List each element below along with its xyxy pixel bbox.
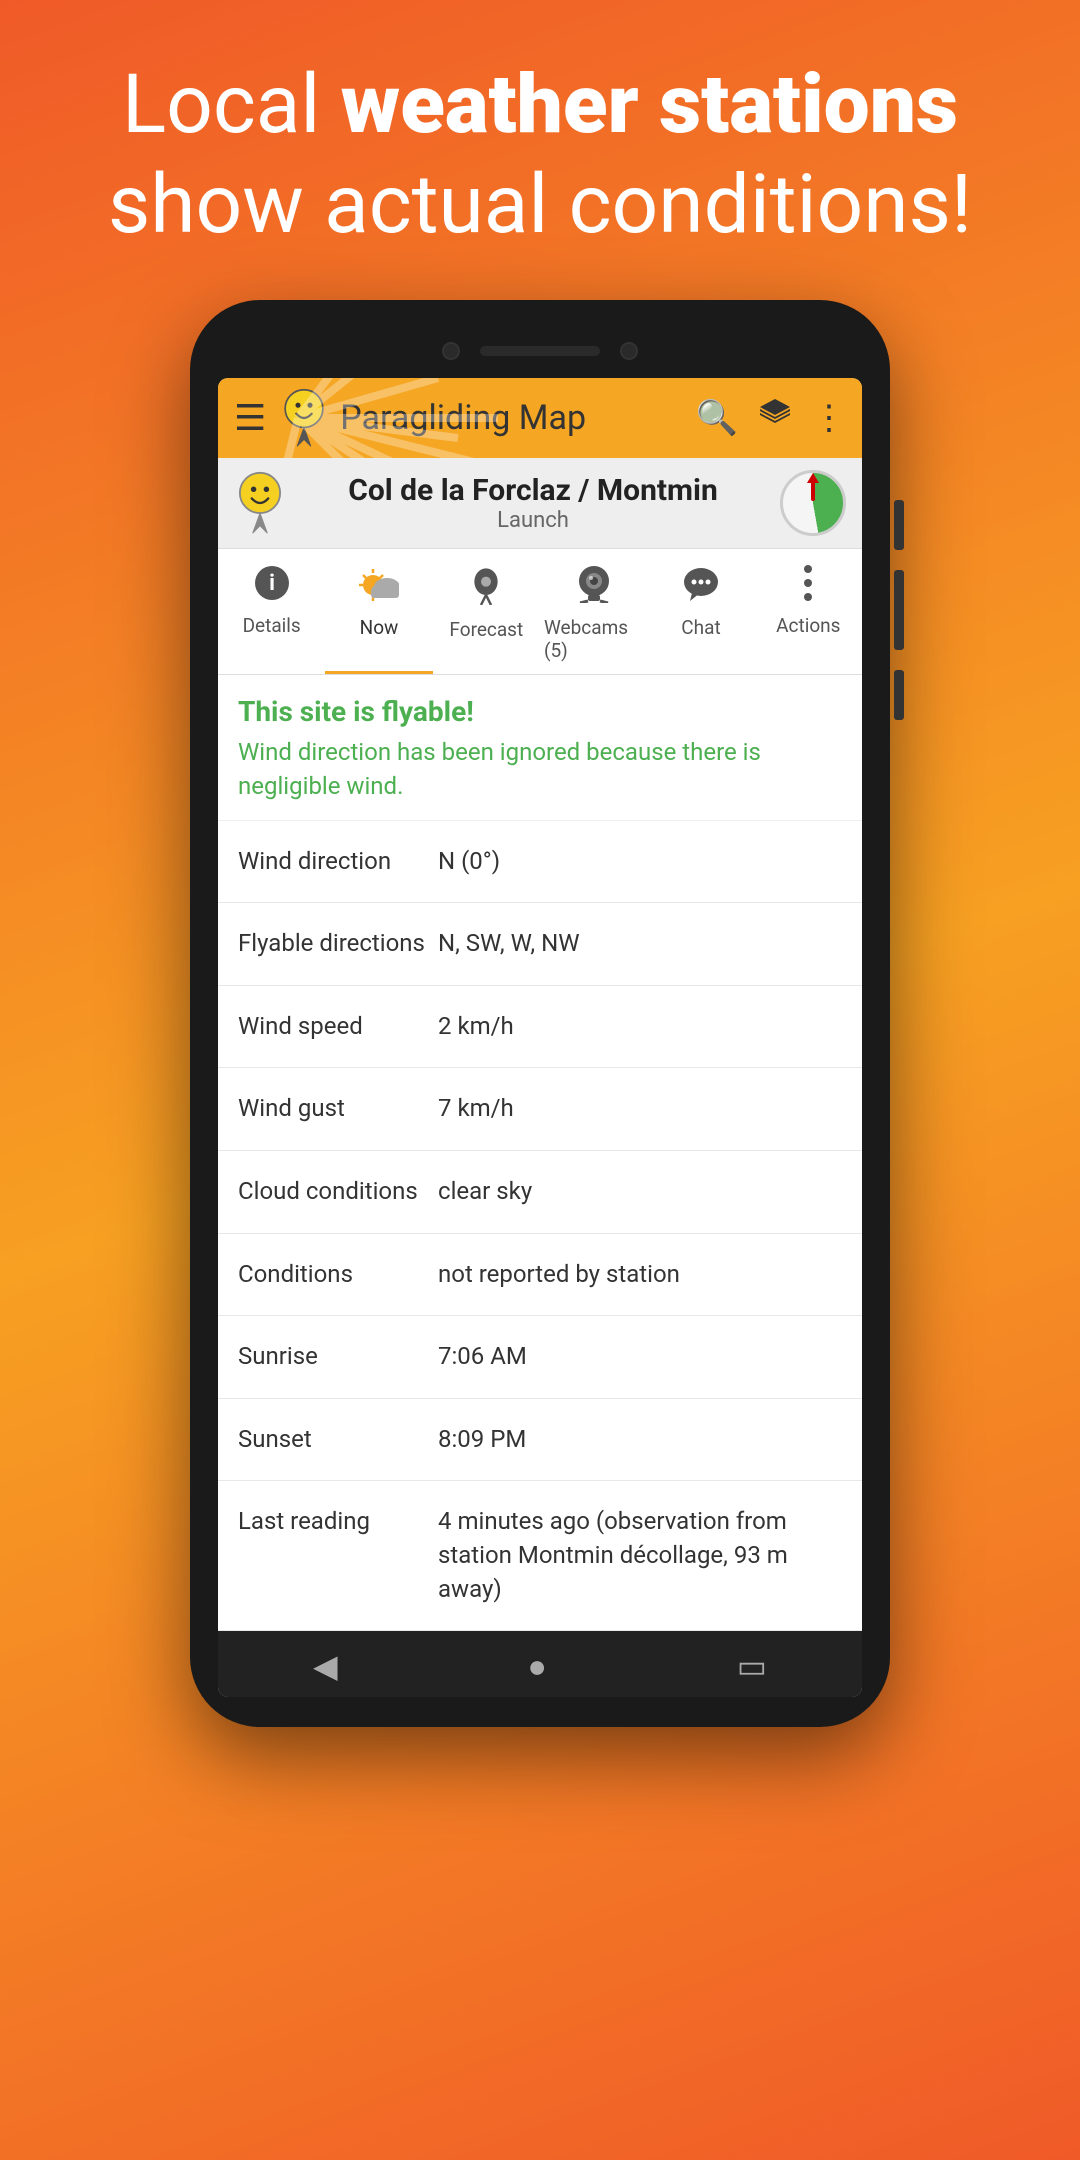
- forecast-icon: [468, 565, 504, 612]
- tab-forecast-label: Forecast: [449, 618, 523, 641]
- chat-icon: [682, 565, 720, 610]
- now-icon: [359, 565, 399, 610]
- phone-mockup: ☰ Paragliding Map 🔍 ⋮: [190, 300, 890, 1727]
- promo-header: Local weather stations show actual condi…: [0, 0, 1080, 300]
- svg-text:i: i: [269, 571, 275, 596]
- table-row: Wind speed 2 km/h: [218, 986, 862, 1069]
- sensor: [620, 342, 638, 360]
- row-value-5: not reported by station: [438, 1258, 842, 1292]
- tab-now[interactable]: Now: [325, 549, 432, 674]
- content-area: This site is flyable! Wind direction has…: [218, 675, 862, 1631]
- location-logo: [234, 471, 286, 535]
- promo-text-normal: Local: [122, 57, 341, 153]
- recents-button[interactable]: ▭: [737, 1647, 767, 1685]
- tab-actions[interactable]: Actions: [755, 549, 862, 674]
- row-value-8: 4 minutes ago (observation from station …: [438, 1505, 842, 1606]
- row-label-4: Cloud conditions: [238, 1175, 438, 1209]
- tab-forecast[interactable]: Forecast: [433, 549, 540, 674]
- side-buttons: [894, 500, 904, 720]
- row-value-1: N, SW, W, NW: [438, 927, 842, 961]
- row-label-0: Wind direction: [238, 845, 438, 879]
- tab-details-label: Details: [243, 614, 301, 637]
- row-value-2: 2 km/h: [438, 1010, 842, 1044]
- tab-webcams-label: Webcams (5): [544, 616, 643, 662]
- home-button[interactable]: ●: [528, 1647, 547, 1685]
- tab-bar: i Details: [218, 549, 862, 675]
- row-label-2: Wind speed: [238, 1010, 438, 1044]
- tab-chat[interactable]: Chat: [647, 549, 754, 674]
- row-value-7: 8:09 PM: [438, 1423, 842, 1457]
- app-toolbar: ☰ Paragliding Map 🔍 ⋮: [218, 378, 862, 458]
- table-row: Last reading 4 minutes ago (observation …: [218, 1481, 862, 1631]
- details-icon: i: [254, 565, 290, 608]
- location-header: Col de la Forclaz / Montmin Launch: [218, 458, 862, 549]
- promo-text-bold: weather stations: [341, 57, 958, 153]
- tab-actions-label: Actions: [776, 614, 840, 637]
- wind-arrow: [811, 479, 815, 501]
- location-name: Col de la Forclaz / Montmin: [286, 473, 780, 508]
- tab-chat-label: Chat: [681, 616, 720, 639]
- flyable-description: Wind direction has been ignored because …: [238, 736, 842, 803]
- row-label-6: Sunrise: [238, 1340, 438, 1374]
- table-row: Wind direction N (0°): [218, 821, 862, 904]
- row-value-0: N (0°): [438, 845, 842, 879]
- location-type: Launch: [286, 508, 780, 533]
- speaker: [480, 346, 600, 356]
- webcams-icon: [574, 565, 614, 610]
- tab-details[interactable]: i Details: [218, 549, 325, 674]
- promo-line2: show actual conditions!: [60, 160, 1020, 250]
- flyable-title: This site is flyable!: [238, 695, 842, 728]
- table-row: Sunset 8:09 PM: [218, 1399, 862, 1482]
- volume-down-button: [894, 670, 904, 720]
- power-button: [894, 500, 904, 550]
- data-table: Wind direction N (0°) Flyable directions…: [218, 821, 862, 1632]
- location-info: Col de la Forclaz / Montmin Launch: [286, 473, 780, 533]
- table-row: Wind gust 7 km/h: [218, 1068, 862, 1151]
- table-row: Flyable directions N, SW, W, NW: [218, 903, 862, 986]
- wind-indicator: [780, 470, 846, 536]
- back-button[interactable]: ◀: [313, 1647, 338, 1685]
- row-label-3: Wind gust: [238, 1092, 438, 1126]
- row-value-4: clear sky: [438, 1175, 842, 1209]
- row-label-1: Flyable directions: [238, 927, 438, 961]
- tab-webcams[interactable]: Webcams (5): [540, 549, 647, 674]
- front-camera: [442, 342, 460, 360]
- row-label-8: Last reading: [238, 1505, 438, 1539]
- actions-icon: [801, 565, 815, 608]
- promo-line1: Local weather stations: [60, 60, 1020, 150]
- row-label-7: Sunset: [238, 1423, 438, 1457]
- row-label-5: Conditions: [238, 1258, 438, 1292]
- flyable-banner: This site is flyable! Wind direction has…: [218, 675, 862, 820]
- table-row: Sunrise 7:06 AM: [218, 1316, 862, 1399]
- row-value-6: 7:06 AM: [438, 1340, 842, 1374]
- row-value-3: 7 km/h: [438, 1092, 842, 1126]
- tab-now-label: Now: [360, 616, 399, 639]
- phone-top-bar: [218, 330, 862, 378]
- volume-up-button: [894, 570, 904, 650]
- bottom-nav: ◀ ● ▭: [218, 1631, 862, 1697]
- phone-screen: ☰ Paragliding Map 🔍 ⋮: [218, 378, 862, 1697]
- table-row: Cloud conditions clear sky: [218, 1151, 862, 1234]
- table-row: Conditions not reported by station: [218, 1234, 862, 1317]
- sunrays-decoration: [218, 378, 862, 458]
